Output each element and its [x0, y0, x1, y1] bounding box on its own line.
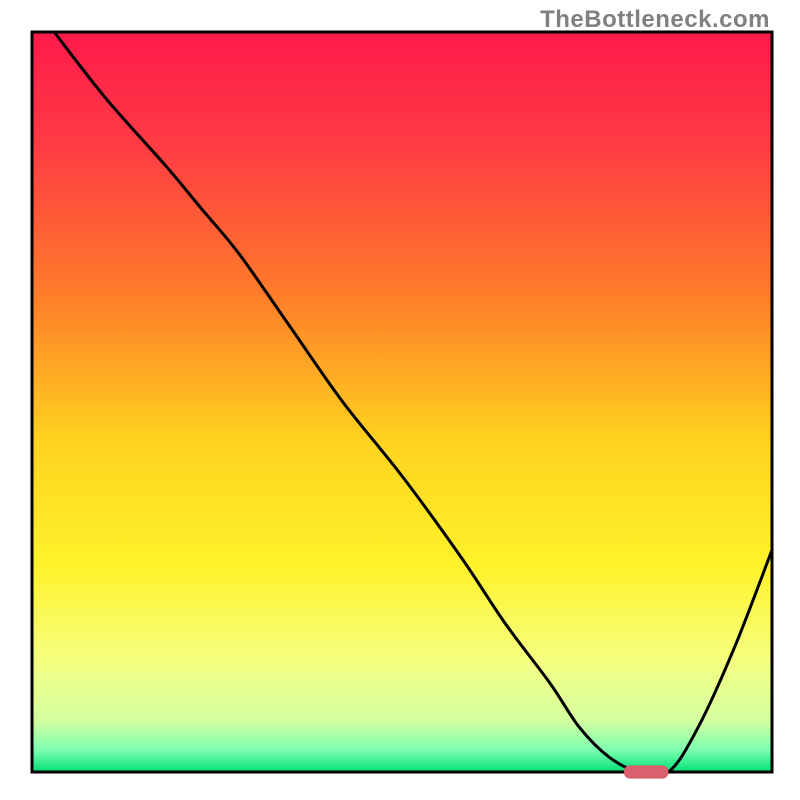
watermark-text: TheBottleneck.com	[540, 6, 770, 34]
bottleneck-chart	[0, 0, 800, 800]
chart-container: TheBottleneck.com	[0, 0, 800, 800]
plot-area	[32, 32, 772, 772]
optimal-marker	[624, 765, 668, 778]
